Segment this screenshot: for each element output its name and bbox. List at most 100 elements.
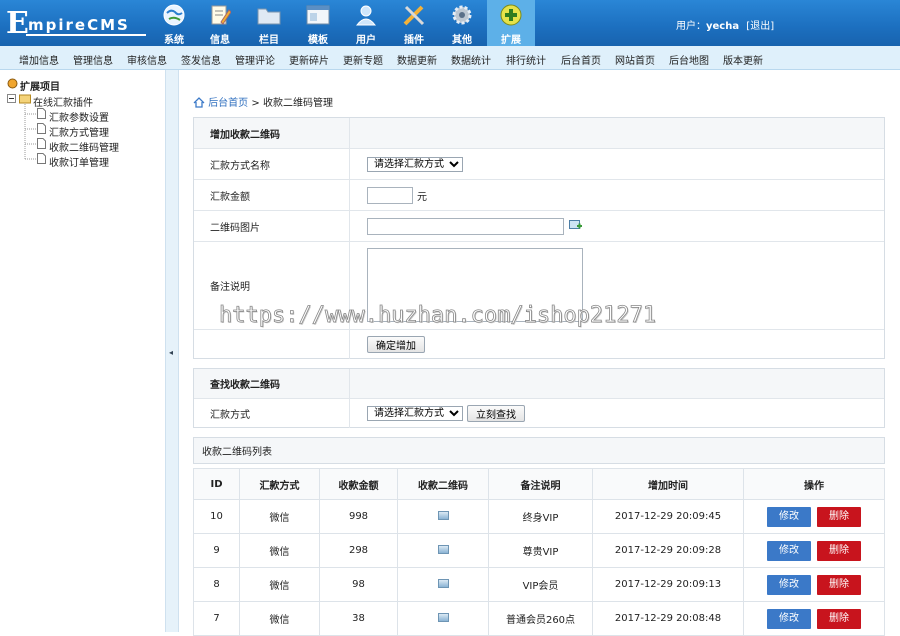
form-header-row: 查找收款二维码	[194, 369, 884, 398]
form-row: 确定增加	[194, 329, 884, 359]
delete-button[interactable]: 删除	[817, 608, 861, 629]
add-submit-button[interactable]: 确定增加	[367, 336, 425, 353]
menu-item[interactable]: 排行统计	[506, 52, 546, 67]
tree-root-icon	[7, 78, 18, 92]
cell-time: 2017-12-29 20:09:28	[592, 533, 744, 568]
main-content: 后台首页 > 收款二维码管理 增加收款二维码 汇款方式名称 请选择汇款方式 汇款…	[179, 70, 900, 636]
delete-button[interactable]: 删除	[817, 574, 861, 595]
nav-template[interactable]: 模板	[294, 0, 342, 46]
nav-label: 其他	[452, 35, 472, 46]
edit-button[interactable]: 修改	[767, 506, 811, 527]
nav-plugin[interactable]: 插件	[390, 0, 438, 46]
tree-item[interactable]: 汇款参数设置	[49, 109, 109, 124]
top-header: E mpireCMS 系统 信息 栏目 模板 用户 插件 其他 扩展 用户：ye…	[0, 0, 900, 46]
tree-root: 扩展项目	[20, 82, 60, 93]
menu-item[interactable]: 更新碎片	[289, 52, 329, 67]
column-header: 备注说明	[488, 468, 593, 500]
cell-id: 10	[193, 499, 240, 534]
collapse-arrow-icon[interactable]: ◂	[169, 348, 173, 357]
edit-button[interactable]: 修改	[767, 574, 811, 595]
menu-item[interactable]: 签发信息	[181, 52, 221, 67]
delete-button[interactable]: 删除	[817, 540, 861, 561]
menu-item[interactable]: 管理信息	[73, 52, 113, 67]
page-icon	[37, 138, 46, 152]
table-row: 10 微信 998 终身VIP 2017-12-29 20:09:45 修改 删除	[193, 499, 885, 534]
qrcode-image-icon[interactable]	[437, 612, 449, 622]
column-header: ID	[193, 468, 240, 500]
menu-item[interactable]: 后台首页	[561, 52, 601, 67]
search-qrcode-form: 查找收款二维码 汇款方式 请选择汇款方式 立刻查找	[193, 368, 885, 428]
edit-button[interactable]: 修改	[767, 608, 811, 629]
qrcode-image-icon[interactable]	[437, 578, 449, 588]
cell-amount: 298	[319, 533, 398, 568]
cell-method: 微信	[239, 601, 320, 636]
menu-item[interactable]: 网站首页	[615, 52, 655, 67]
breadcrumb: 后台首页 > 收款二维码管理	[193, 94, 333, 109]
form-row: 二维码图片	[194, 210, 884, 241]
field-label: 汇款金额	[194, 180, 350, 210]
menu-item[interactable]: 版本更新	[723, 52, 763, 67]
search-method-select[interactable]: 请选择汇款方式	[367, 406, 463, 421]
form-row: 备注说明	[194, 241, 884, 329]
cell-time: 2017-12-29 20:08:48	[592, 601, 744, 636]
panel-splitter[interactable]: ◂	[165, 70, 179, 632]
document-edit-icon	[208, 3, 232, 27]
search-button[interactable]: 立刻查找	[467, 405, 525, 422]
nav-info[interactable]: 信息	[196, 0, 244, 46]
qrcode-image-icon[interactable]	[437, 510, 449, 520]
tree-connector-lines	[24, 104, 37, 160]
nav-user[interactable]: 用户	[342, 0, 390, 46]
list-title: 收款二维码列表	[202, 447, 272, 458]
breadcrumb-home[interactable]: 后台首页	[208, 98, 248, 109]
edit-button[interactable]: 修改	[767, 540, 811, 561]
add-qrcode-form: 增加收款二维码 汇款方式名称 请选择汇款方式 汇款金额 元 二维码图片 备注说明…	[193, 117, 885, 359]
breadcrumb-sep: >	[251, 98, 260, 109]
method-select[interactable]: 请选择汇款方式	[367, 156, 463, 172]
user-icon	[354, 3, 378, 27]
menu-item[interactable]: 后台地图	[669, 52, 709, 67]
qrcode-table: ID 汇款方式 收款金额 收款二维码 备注说明 增加时间 操作 10 微信 99…	[193, 468, 885, 636]
nav-label: 栏目	[259, 35, 279, 46]
nav-extend[interactable]: 扩展	[487, 0, 535, 46]
tree-item[interactable]: 收款二维码管理	[49, 139, 119, 154]
image-picker-icon[interactable]	[569, 219, 583, 233]
nav-label: 用户	[356, 35, 376, 46]
cell-time: 2017-12-29 20:09:13	[592, 567, 744, 602]
cell-method: 微信	[239, 533, 320, 568]
menu-item[interactable]: 审核信息	[127, 52, 167, 67]
tree-item[interactable]: 收款订单管理	[49, 154, 109, 169]
note-textarea[interactable]	[367, 248, 583, 322]
amount-unit: 元	[417, 191, 427, 203]
cell-time: 2017-12-29 20:09:45	[592, 499, 744, 534]
column-header: 收款二维码	[397, 468, 489, 500]
cell-amount: 998	[319, 499, 398, 534]
page-icon	[37, 153, 46, 167]
menu-item[interactable]: 管理评论	[235, 52, 275, 67]
field-label: 二维码图片	[194, 211, 350, 241]
form-title: 查找收款二维码	[194, 369, 350, 398]
folder-icon	[257, 3, 281, 27]
cell-amount: 38	[319, 601, 398, 636]
table-row: 8 微信 98 VIP会员 2017-12-29 20:09:13 修改 删除	[193, 567, 885, 602]
menu-item[interactable]: 数据更新	[397, 52, 437, 67]
logout-link[interactable]: [退出]	[746, 21, 774, 32]
column-header: 操作	[743, 468, 885, 500]
nav-column[interactable]: 栏目	[245, 0, 293, 46]
menu-item[interactable]: 更新专题	[343, 52, 383, 67]
tree-item[interactable]: 汇款方式管理	[49, 124, 109, 139]
form-header-row: 增加收款二维码	[194, 118, 884, 148]
nav-label: 信息	[210, 35, 230, 46]
tools-icon	[402, 3, 426, 27]
tree-folder[interactable]: 在线汇款插件	[33, 94, 93, 109]
amount-input[interactable]	[367, 186, 413, 204]
delete-button[interactable]: 删除	[817, 506, 861, 527]
qrcode-image-input[interactable]	[367, 217, 564, 235]
nav-system[interactable]: 系统	[150, 0, 198, 46]
globe-icon	[162, 3, 186, 27]
nav-other[interactable]: 其他	[438, 0, 486, 46]
empirecms-logo[interactable]: E mpireCMS	[6, 9, 146, 39]
menu-item[interactable]: 数据统计	[451, 52, 491, 67]
menu-item[interactable]: 增加信息	[19, 52, 59, 67]
qrcode-image-icon[interactable]	[437, 544, 449, 554]
user-info: 用户：yecha [退出]	[676, 17, 774, 32]
